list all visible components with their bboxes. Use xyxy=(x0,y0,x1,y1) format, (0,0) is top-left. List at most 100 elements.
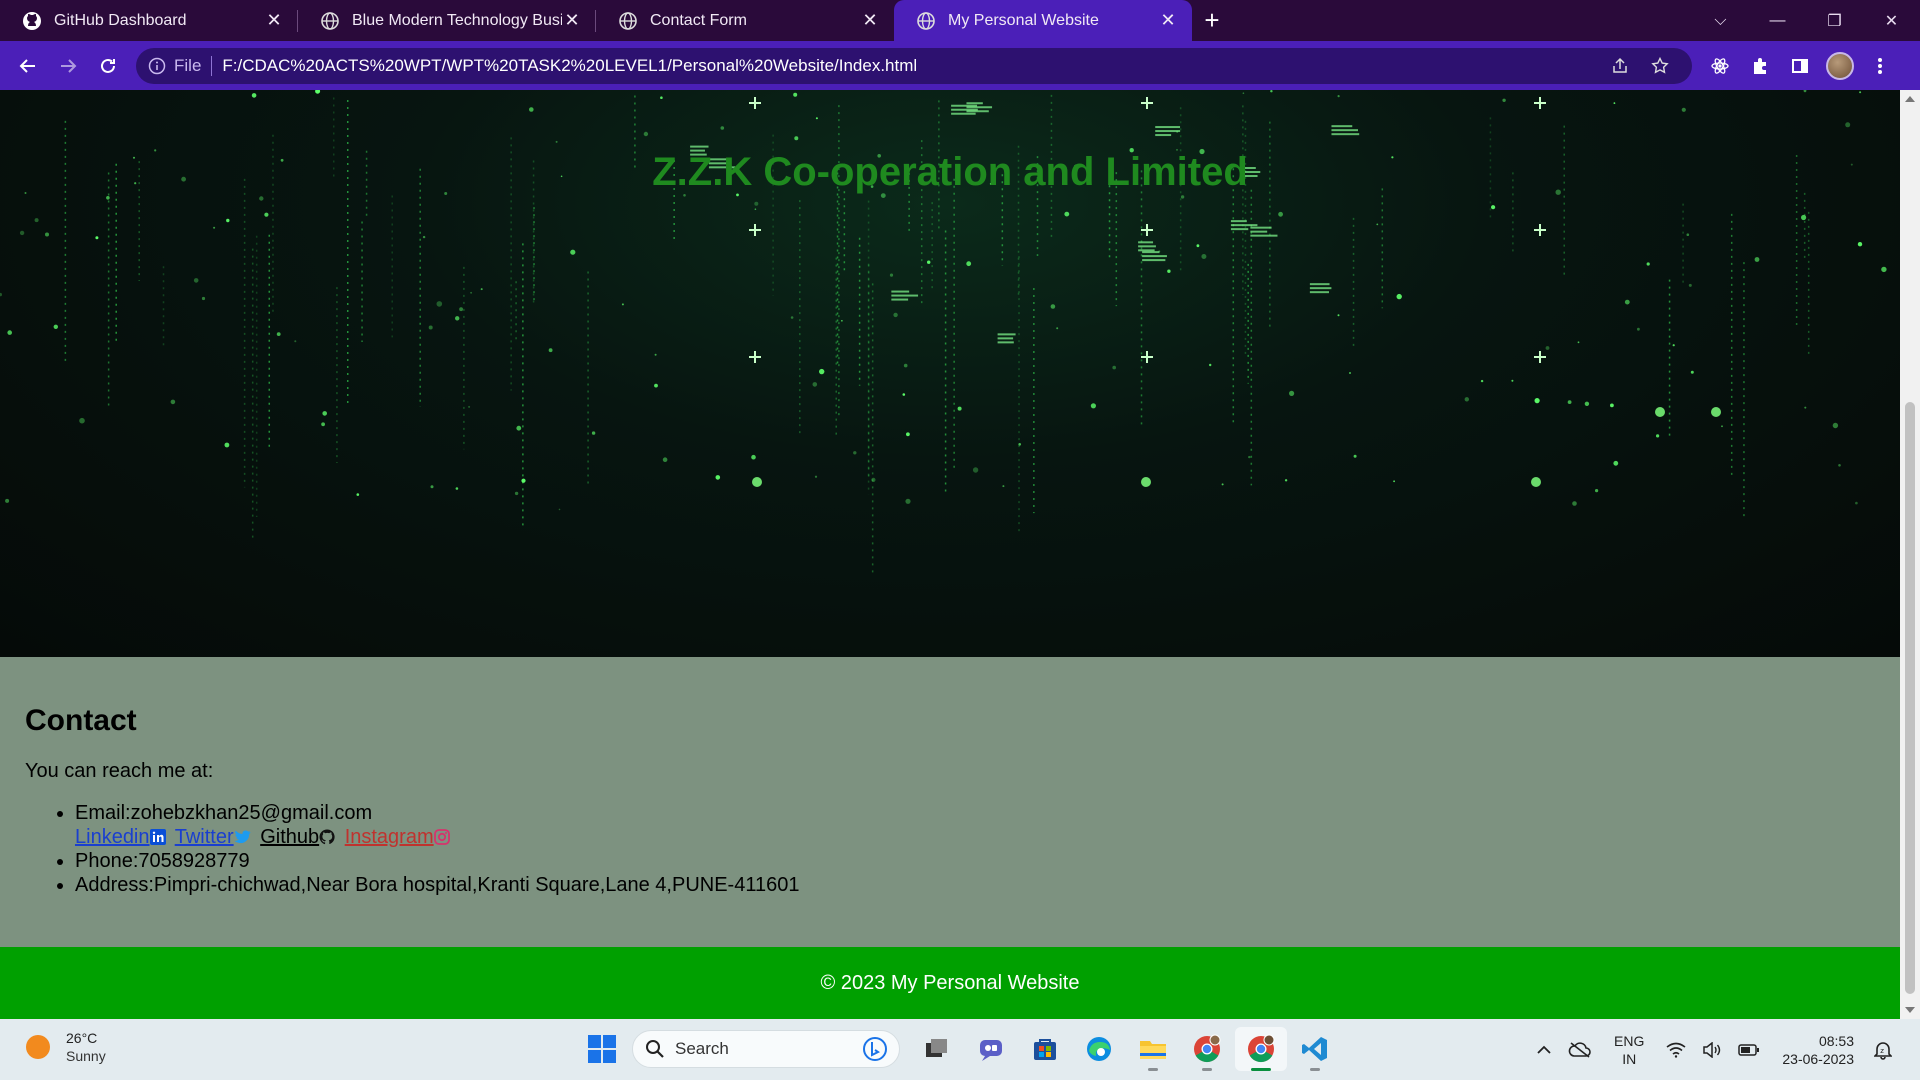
restore-button[interactable]: ❐ xyxy=(1806,0,1863,41)
close-window-button[interactable]: ✕ xyxy=(1863,0,1920,41)
profile-avatar[interactable] xyxy=(1820,46,1860,86)
system-tray: ENG IN 08:53 23-06-2023 z xyxy=(1528,1019,1920,1080)
matrix-dot xyxy=(972,467,979,473)
weather-widget[interactable]: 26°C Sunny xyxy=(26,1029,106,1065)
matrix-dot xyxy=(1064,211,1070,217)
matrix-dot xyxy=(1242,92,1245,94)
forward-button[interactable] xyxy=(48,46,88,86)
matrix-code-block xyxy=(997,341,1014,344)
extension-react-icon[interactable] xyxy=(1700,46,1740,86)
matrix-dot xyxy=(1270,90,1273,93)
github-icon xyxy=(23,11,41,30)
matrix-dot xyxy=(1656,434,1660,438)
address-bar[interactable]: File F:/CDAC%20ACTS%20WPT/WPT%20TASK2%20… xyxy=(136,47,1692,84)
vscode-icon[interactable] xyxy=(1289,1027,1341,1071)
matrix-dot xyxy=(19,230,25,236)
arrow-left-icon xyxy=(19,58,35,73)
file-explorer-icon[interactable] xyxy=(1127,1027,1179,1071)
arrow-right-icon xyxy=(61,58,77,73)
matrix-dot xyxy=(455,316,460,321)
matrix-dot xyxy=(53,324,58,329)
clock[interactable]: 08:53 23-06-2023 xyxy=(1782,1032,1854,1068)
menu-kebab-icon[interactable] xyxy=(1860,46,1900,86)
tab-github-dashboard[interactable]: GitHub Dashboard ✕ xyxy=(0,0,298,41)
matrix-code-block xyxy=(1309,287,1332,290)
matrix-code-block xyxy=(891,290,910,293)
chevron-up-icon[interactable] xyxy=(1536,1045,1552,1055)
wifi-icon[interactable] xyxy=(1666,1042,1686,1058)
sun-icon xyxy=(26,1035,50,1059)
tab-blue-modern-technology[interactable]: Blue Modern Technology Busines ✕ xyxy=(298,0,596,41)
matrix-code-block xyxy=(1142,255,1167,258)
matrix-dot xyxy=(1002,485,1005,488)
matrix-dot xyxy=(106,196,110,200)
share-icon[interactable] xyxy=(1600,57,1640,75)
tab-search-chevron-icon[interactable]: ⌵ xyxy=(1692,0,1749,41)
matrix-dot xyxy=(514,491,519,496)
contact-section: Contact You can reach me at: Email:zoheb… xyxy=(0,657,1900,947)
bookmark-star-icon[interactable] xyxy=(1640,56,1680,75)
close-icon[interactable]: ✕ xyxy=(562,10,582,31)
windows-start-icon[interactable] xyxy=(580,1027,624,1071)
new-tab-button[interactable]: + xyxy=(1192,0,1232,41)
divider xyxy=(211,55,213,76)
battery-icon[interactable] xyxy=(1738,1043,1760,1056)
close-icon[interactable]: ✕ xyxy=(860,10,880,31)
store-icon[interactable] xyxy=(1019,1027,1071,1071)
speaker-icon[interactable] xyxy=(1702,1041,1722,1058)
teams-chat-icon[interactable] xyxy=(965,1027,1017,1071)
matrix-dot xyxy=(34,218,39,223)
side-panel-icon[interactable] xyxy=(1780,46,1820,86)
matrix-glow xyxy=(1711,407,1721,417)
language-indicator[interactable]: ENG IN xyxy=(1614,1032,1644,1068)
close-icon[interactable]: ✕ xyxy=(264,10,284,31)
matrix-code-block xyxy=(1331,125,1353,128)
matrix-dot xyxy=(1572,501,1577,506)
matrix-dot xyxy=(1289,390,1295,396)
matrix-dot xyxy=(459,307,463,312)
github-link[interactable]: Github xyxy=(260,826,319,848)
matrix-code-block xyxy=(1309,283,1330,286)
instagram-link[interactable]: Instagram xyxy=(345,826,434,848)
matrix-dot xyxy=(1464,397,1470,402)
matrix-dot xyxy=(548,348,553,353)
close-icon[interactable]: ✕ xyxy=(1158,10,1178,31)
matrix-plus-mark xyxy=(1141,351,1153,363)
bing-icon[interactable] xyxy=(863,1037,887,1061)
scroll-up-arrow[interactable] xyxy=(1905,96,1915,102)
weather-temp: 26°C xyxy=(66,1030,98,1046)
taskbar-search[interactable]: Search xyxy=(632,1030,900,1068)
extensions-puzzle-icon[interactable] xyxy=(1740,46,1780,86)
url-text[interactable]: F:/CDAC%20ACTS%20WPT/WPT%20TASK2%20LEVEL… xyxy=(222,56,1600,76)
running-indicator xyxy=(1148,1068,1158,1071)
tab-contact-form[interactable]: Contact Form ✕ xyxy=(596,0,894,41)
matrix-dot xyxy=(621,303,624,306)
chrome-icon[interactable] xyxy=(1235,1027,1287,1071)
matrix-dot xyxy=(555,140,558,143)
vertical-scrollbar[interactable] xyxy=(1900,90,1920,1019)
task-view-icon[interactable] xyxy=(911,1027,963,1071)
matrix-code-block xyxy=(1138,245,1156,248)
matrix-dot xyxy=(1545,346,1550,350)
linkedin-link[interactable]: Linkedin xyxy=(75,826,150,848)
twitter-link[interactable]: Twitter xyxy=(175,826,234,848)
chrome-icon[interactable] xyxy=(1181,1027,1233,1071)
reload-button[interactable] xyxy=(88,46,128,86)
tab-my-personal-website[interactable]: My Personal Website ✕ xyxy=(894,0,1192,41)
info-icon[interactable] xyxy=(148,57,166,75)
list-item-address: Address:Pimpri-chichwad,Near Bora hospit… xyxy=(75,873,1875,897)
notification-bell-icon[interactable]: z xyxy=(1874,1040,1892,1060)
matrix-plus-mark xyxy=(1534,351,1546,363)
scroll-down-arrow[interactable] xyxy=(1905,1007,1915,1013)
minimize-button[interactable]: — xyxy=(1749,0,1806,41)
scrollbar-thumb[interactable] xyxy=(1905,402,1915,994)
avatar xyxy=(1826,51,1854,80)
back-button[interactable] xyxy=(8,46,48,86)
matrix-dot xyxy=(660,96,663,99)
matrix-glow xyxy=(1655,407,1665,417)
edge-icon[interactable] xyxy=(1073,1027,1125,1071)
matrix-dot xyxy=(1337,95,1340,98)
matrix-dot xyxy=(1480,379,1484,383)
onedrive-offline-icon[interactable] xyxy=(1568,1041,1592,1058)
matrix-code-block xyxy=(966,110,989,113)
